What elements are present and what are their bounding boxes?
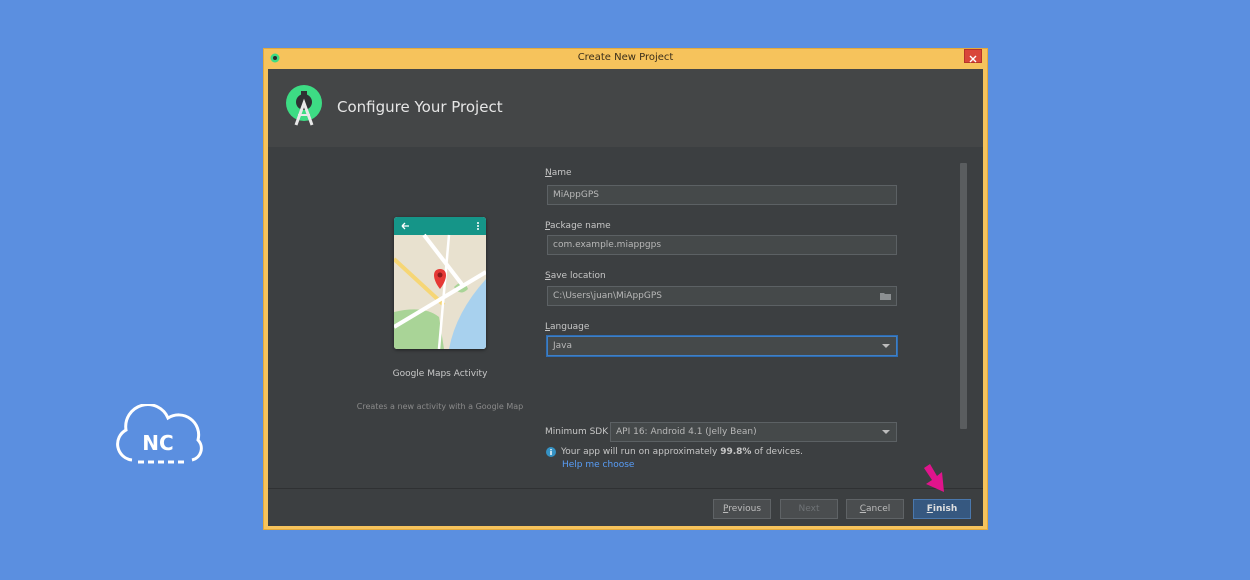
cancel-button[interactable]: Cancel [846, 499, 904, 519]
help-me-choose-link[interactable]: Help me choose [562, 460, 634, 470]
device-coverage-text: Your app will run on approximately 99.8%… [561, 447, 803, 457]
previous-button[interactable]: Previous [713, 499, 771, 519]
android-studio-logo-icon [286, 85, 322, 126]
page-title: Configure Your Project [337, 98, 503, 116]
maps-activity-preview [394, 217, 486, 349]
folder-icon[interactable] [880, 292, 891, 300]
activity-description: Creates a new activity with a Google Map [356, 402, 524, 411]
dialog-header: Configure Your Project [268, 69, 983, 147]
window-title: Create New Project [577, 52, 674, 63]
finish-button[interactable]: Finish [913, 499, 971, 519]
minimum-sdk-label: Minimum SDK [545, 427, 609, 437]
package-name-field[interactable]: com.example.miappgps [547, 235, 897, 255]
vertical-scrollbar[interactable] [960, 163, 967, 429]
package-name-label: Package name [545, 221, 611, 231]
close-window-button[interactable] [964, 49, 982, 63]
next-button[interactable]: Next [780, 499, 838, 519]
chevron-down-icon [882, 430, 890, 434]
save-location-field[interactable]: C:\Users\juan\MiAppGPS [547, 286, 897, 306]
name-label: Name [545, 168, 572, 178]
language-select[interactable]: Java [547, 336, 897, 356]
chevron-down-icon [882, 344, 890, 348]
dialog-content: Configure Your Project Google Maps Activ… [268, 69, 983, 526]
logo-text: NC [142, 431, 173, 455]
pointer-arrow-icon [924, 464, 944, 492]
footer-divider [268, 488, 983, 489]
language-label: Language [545, 322, 590, 332]
minimum-sdk-select[interactable]: API 16: Android 4.1 (Jelly Bean) [610, 422, 897, 442]
save-location-label: Save location [545, 271, 606, 281]
nc-cloud-logo: NC [116, 404, 203, 464]
create-project-window: Create New Project Configure Your Projec… [263, 48, 988, 530]
title-bar[interactable]: Create New Project [264, 49, 987, 68]
activity-name: Google Maps Activity [392, 369, 488, 379]
info-icon [546, 447, 556, 457]
name-field[interactable]: MiAppGPS [547, 185, 897, 205]
close-icon [969, 55, 977, 63]
